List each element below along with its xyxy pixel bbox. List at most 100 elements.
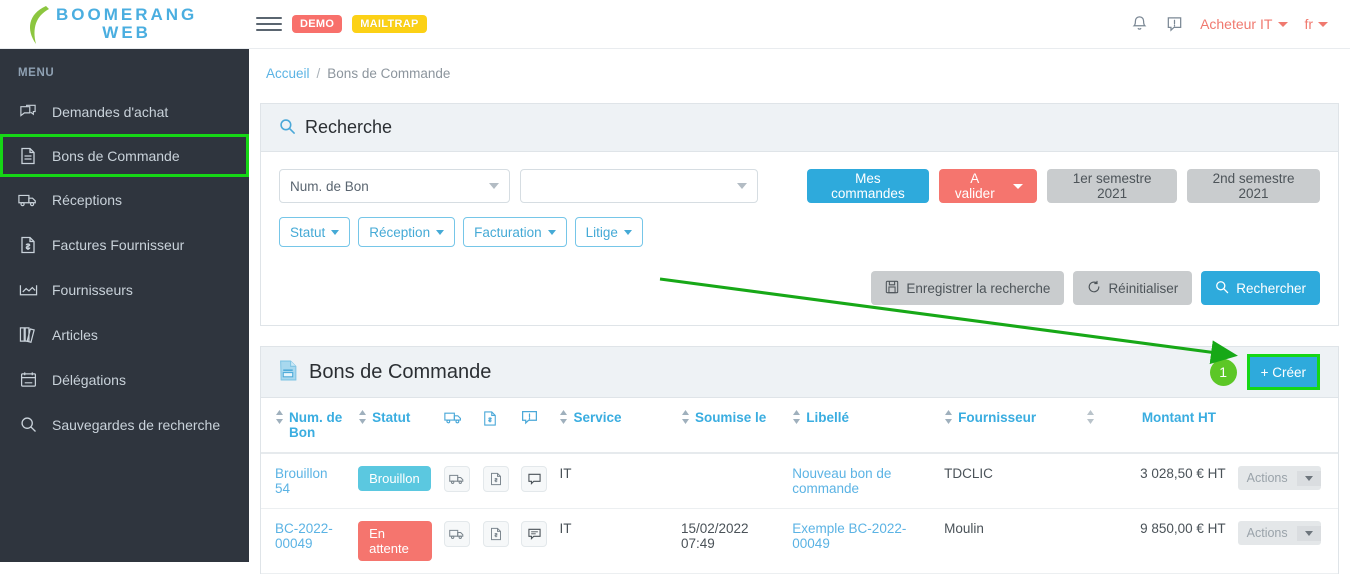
sort-icon <box>559 410 568 427</box>
orders-list-header-actions: 1 + Créer <box>1209 354 1320 390</box>
reset-button[interactable]: Réinitialiser <box>1073 271 1193 305</box>
document-lines-icon <box>18 147 38 165</box>
search-button[interactable]: Rechercher <box>1201 271 1320 305</box>
quick-filter-mes-commandes[interactable]: Mes commandes <box>807 169 929 203</box>
sidebar-item-demandes-achat[interactable]: Demandes d'achat <box>0 89 249 134</box>
chevron-down-icon <box>331 229 340 235</box>
filter-reception-dropdown[interactable]: Réception <box>358 217 456 247</box>
invoice-icon <box>483 411 497 430</box>
row-reception-icon[interactable] <box>444 466 471 492</box>
dropdown-filters-row: Statut Réception Facturation Litige <box>279 217 1320 247</box>
search-label: Rechercher <box>1236 280 1306 296</box>
orders-list-header: Bons de Commande 1 + Créer <box>261 347 1338 398</box>
row-facturation-icon[interactable] <box>482 521 509 547</box>
reset-icon <box>1087 280 1101 297</box>
chevron-down-icon <box>1318 21 1328 27</box>
filter-litige-label: Litige <box>585 224 618 240</box>
sidebar-item-articles[interactable]: Articles <box>0 312 249 357</box>
th-facturation-icon[interactable] <box>476 398 516 454</box>
status-badge: Brouillon <box>358 466 431 491</box>
chevron-down-icon <box>1296 525 1321 541</box>
sidebar-item-label: Fournisseurs <box>52 281 133 298</box>
order-number-link[interactable]: Brouillon 54 <box>275 466 328 496</box>
row-libelle-link[interactable]: Nouveau bon de commande <box>792 466 891 496</box>
order-number-link[interactable]: BC-2022-00049 <box>275 521 333 551</box>
row-libelle-link[interactable]: Exemple BC-2022-00049 <box>792 521 906 551</box>
chevron-down-icon <box>1296 470 1321 486</box>
chevron-down-icon <box>489 183 500 189</box>
search-field-select[interactable]: Num. de Bon <box>279 169 511 203</box>
th-montant-ht[interactable]: Montant HT <box>1079 398 1232 454</box>
row-montant-ht: 3 028,50 € HT <box>1079 453 1232 509</box>
search-field-select-value: Num. de Bon <box>290 178 369 194</box>
row-comment-icon[interactable] <box>521 521 548 547</box>
filter-litige-dropdown[interactable]: Litige <box>574 217 643 247</box>
search-panel: Recherche Num. de Bon Mes commandes A va… <box>260 103 1339 326</box>
alert-message-icon[interactable] <box>1165 14 1184 34</box>
create-button[interactable]: + Créer <box>1249 357 1317 387</box>
th-service-label: Service <box>573 410 622 425</box>
th-num-de-bon[interactable]: Num. de Bon <box>261 398 353 454</box>
language-menu[interactable]: fr <box>1304 16 1328 32</box>
sidebar-item-label: Sauvegardes de recherche <box>52 416 221 433</box>
user-name: Acheteur IT <box>1200 16 1273 32</box>
save-search-button[interactable]: Enregistrer la recherche <box>871 271 1065 305</box>
search-panel-body: Num. de Bon Mes commandes A valider 1er … <box>261 152 1338 325</box>
chevron-down-icon <box>1278 21 1289 27</box>
row-reception-icon[interactable] <box>444 521 471 547</box>
filter-statut-dropdown[interactable]: Statut <box>279 217 351 247</box>
app-logo[interactable]: BOOMERANG WEB <box>0 4 250 44</box>
th-fournisseur[interactable]: Fournisseur <box>938 398 1080 454</box>
row-actions-button[interactable]: Actions <box>1237 521 1321 545</box>
orders-table-header-row: Num. de Bon Statut Service Soumise le Li… <box>261 398 1338 454</box>
quick-filter-1er-semestre-2021[interactable]: 1er semestre 2021 <box>1047 169 1178 203</box>
sidebar-item-delegations[interactable]: Délégations <box>0 357 249 402</box>
sidebar-item-bons-de-commande[interactable]: Bons de Commande <box>0 134 249 177</box>
table-row[interactable]: BC-2022-00049 En attente IT 15/02/2022 0… <box>261 508 1338 574</box>
demo-badge: DEMO <box>292 15 343 33</box>
sidebar-item-sauvegardes-recherche[interactable]: Sauvegardes de recherche <box>0 402 249 447</box>
th-montant-ht-label: Montant HT <box>1141 410 1217 425</box>
hamburger-menu-icon[interactable] <box>256 13 282 35</box>
sidebar-item-fournisseurs[interactable]: Fournisseurs <box>0 267 249 312</box>
mailtrap-badge: MAILTRAP <box>352 15 427 33</box>
breadcrumb: Accueil / Bons de Commande <box>249 49 1350 81</box>
th-service[interactable]: Service <box>553 398 675 454</box>
sidebar-item-label: Bons de Commande <box>52 147 180 164</box>
sort-icon <box>944 410 953 427</box>
create-button-highlight: + Créer <box>1246 354 1320 390</box>
sidebar-title: MENU <box>18 67 55 79</box>
sidebar-item-receptions[interactable]: Réceptions <box>0 177 249 222</box>
table-row[interactable]: Brouillon 54 Brouillon IT Nouveau bon de… <box>261 453 1338 509</box>
breadcrumb-separator: / <box>316 66 321 81</box>
th-soumise-le[interactable]: Soumise le <box>674 398 787 454</box>
row-service: IT <box>553 508 675 574</box>
orders-list-panel: Bons de Commande 1 + Créer Num. de Bon S… <box>260 346 1339 574</box>
invoice-icon <box>18 236 38 254</box>
top-bar: BOOMERANG WEB DEMO MAILTRAP Acheteur IT … <box>0 0 1350 49</box>
orders-list-title: Bons de Commande <box>309 360 492 383</box>
quick-filter-2nd-semestre-2021[interactable]: 2nd semestre 2021 <box>1187 169 1320 203</box>
calendar-icon <box>18 371 38 388</box>
row-service: IT <box>553 453 675 509</box>
th-litige-icon[interactable] <box>515 398 554 454</box>
bell-icon[interactable] <box>1130 14 1149 34</box>
row-comment-icon[interactable] <box>521 466 548 492</box>
breadcrumb-home[interactable]: Accueil <box>266 66 310 81</box>
quick-filter-a-valider[interactable]: A valider <box>938 169 1038 203</box>
th-libelle-label: Libellé <box>806 410 850 425</box>
th-libelle[interactable]: Libellé <box>786 398 939 454</box>
sidebar-item-factures-fournisseur[interactable]: Factures Fournisseur <box>0 222 249 267</box>
chevron-down-icon <box>436 229 445 235</box>
search-value-select[interactable] <box>520 169 759 203</box>
user-menu[interactable]: Acheteur IT <box>1200 16 1289 32</box>
th-fournisseur-label: Fournisseur <box>958 410 1037 425</box>
save-search-label: Enregistrer la recherche <box>906 280 1051 296</box>
th-statut[interactable]: Statut <box>352 398 439 454</box>
filter-facturation-dropdown[interactable]: Facturation <box>463 217 567 247</box>
magnifier-icon <box>279 118 296 138</box>
search-icon <box>1215 280 1229 297</box>
th-reception-icon[interactable] <box>438 398 477 454</box>
row-actions-button[interactable]: Actions <box>1237 466 1321 490</box>
row-facturation-icon[interactable] <box>482 466 509 492</box>
